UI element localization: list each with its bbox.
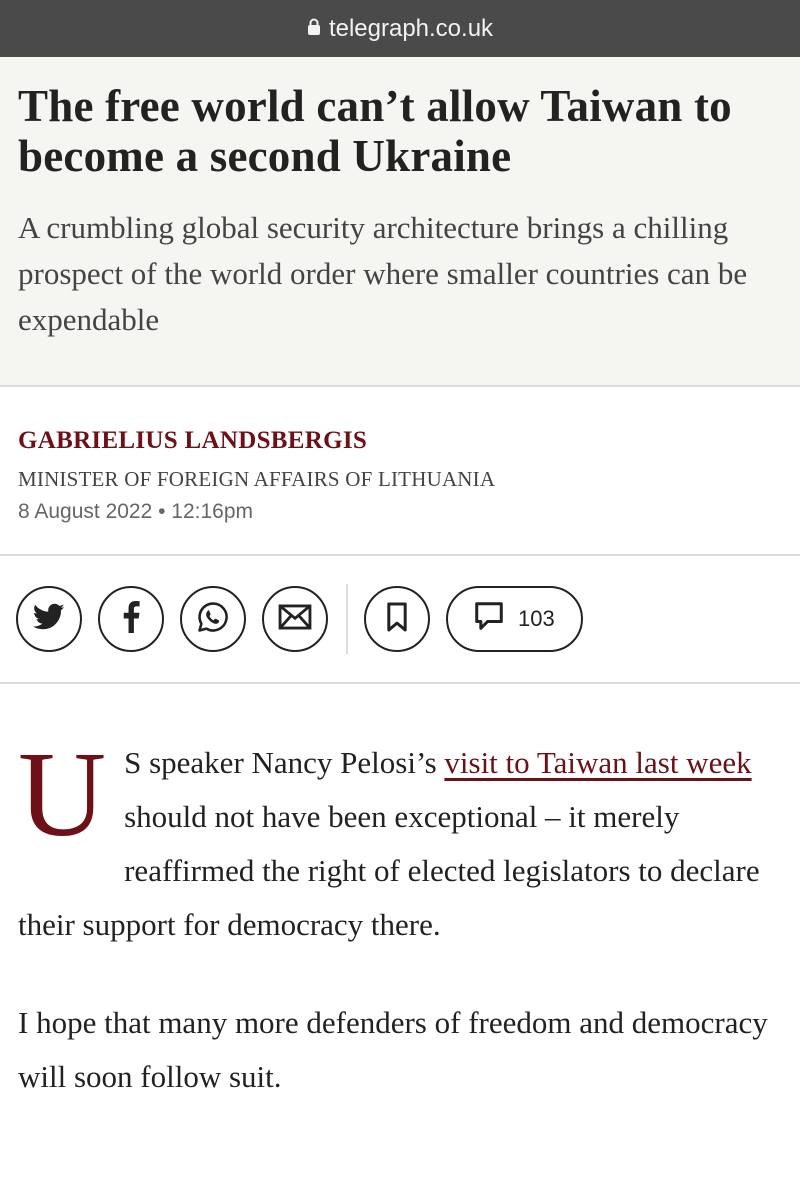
- email-share-button[interactable]: [262, 586, 328, 652]
- twitter-share-button[interactable]: [16, 586, 82, 652]
- drop-cap: U: [18, 727, 107, 862]
- lock-icon: [307, 15, 321, 43]
- publish-date: 8 August 2022 • 12:16pm: [18, 500, 254, 523]
- facebook-icon: [122, 600, 140, 638]
- facebook-share-button[interactable]: [98, 586, 164, 652]
- author-role: MINISTER OF FOREIGN AFFAIRS OF LITHUANIA: [18, 467, 496, 491]
- comment-icon: [474, 601, 504, 637]
- twitter-icon: [32, 603, 65, 636]
- share-toolbar: 103: [0, 554, 800, 684]
- paragraph-text: should not have been exceptional – it me…: [18, 799, 760, 942]
- browser-url-bar[interactable]: telegraph.co.uk: [0, 0, 800, 57]
- article-paragraph: U S speaker Nancy Pelosi’s visit to Taiwa…: [18, 727, 782, 952]
- toolbar-divider: [346, 584, 348, 654]
- article-body: U S speaker Nancy Pelosi’s visit to Taiwa…: [0, 684, 800, 1104]
- email-icon: [278, 604, 312, 635]
- article-header: The free world can’t allow Taiwan to bec…: [0, 57, 800, 387]
- comments-button[interactable]: 103: [446, 586, 583, 652]
- byline: GABRIELIUS LANDSBERGIS MINISTER OF FOREI…: [0, 387, 800, 524]
- author-name[interactable]: GABRIELIUS LANDSBERGIS: [18, 427, 782, 455]
- bookmark-button[interactable]: [364, 586, 430, 652]
- comment-count: 103: [518, 606, 555, 631]
- visit-to-taiwan-link[interactable]: visit to Taiwan last week: [444, 745, 751, 780]
- whatsapp-icon: [196, 600, 230, 639]
- standfirst: A crumbling global security architecture…: [18, 210, 748, 337]
- url-text[interactable]: telegraph.co.uk: [329, 15, 493, 43]
- headline: The free world can’t allow Taiwan to bec…: [18, 81, 732, 181]
- bookmark-icon: [386, 602, 408, 637]
- paragraph-text: S speaker Nancy Pelosi’s: [124, 745, 445, 780]
- whatsapp-share-button[interactable]: [180, 586, 246, 652]
- article-paragraph: I hope that many more defenders of freed…: [18, 1005, 768, 1094]
